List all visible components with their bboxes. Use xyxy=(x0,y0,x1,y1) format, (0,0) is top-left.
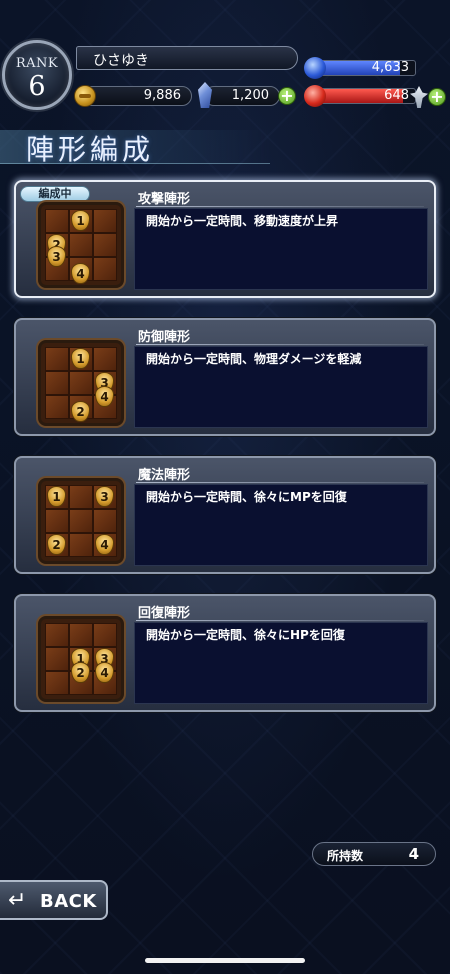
rank-label: RANK xyxy=(15,56,59,71)
formation-name: 魔法陣形 xyxy=(138,468,191,483)
active-formation-badge: 編成中 xyxy=(20,186,90,202)
owned-label: 所持数 xyxy=(327,849,364,863)
back-label: BACK xyxy=(40,891,97,912)
crystal-value: 1,200 xyxy=(231,88,269,103)
gil-value: 9,886 xyxy=(143,88,181,103)
mp-orb-icon xyxy=(304,57,326,79)
gil-coin-icon xyxy=(74,85,96,107)
formation-grid: 1324 xyxy=(38,616,124,702)
grid-cell xyxy=(69,623,93,647)
grid-cell xyxy=(69,485,93,509)
grid-cell xyxy=(45,209,69,233)
mp-value: 4,633 xyxy=(371,60,409,75)
grid-cell xyxy=(69,533,93,557)
formation-name: 防御陣形 xyxy=(138,330,191,345)
owned-count-box: 所持数 4 xyxy=(312,842,436,866)
slot-marker: 2 xyxy=(71,400,90,422)
grid-cell xyxy=(93,509,117,533)
player-name-box[interactable]: ひさゆき xyxy=(76,46,298,70)
home-indicator[interactable] xyxy=(145,958,305,963)
formation-description: 開始から一定時間、移動速度が上昇 xyxy=(146,214,339,228)
grid-cell xyxy=(69,509,93,533)
back-button[interactable]: ↵ BACK xyxy=(0,880,108,920)
formation-description: 開始から一定時間、物理ダメージを軽減 xyxy=(146,352,362,366)
grid-cell xyxy=(45,347,69,371)
status-bar: RANK 6 ひさゆき 9,886 1,200 + 4,633 648 + xyxy=(0,34,450,116)
rank-badge: RANK 6 xyxy=(2,40,72,110)
formation-card-recovery[interactable]: 1324 回復陣形 開始から一定時間、徐々にHPを回復 xyxy=(14,594,436,712)
grid-cell xyxy=(45,623,69,647)
page-title: 陣形編成 xyxy=(26,133,155,166)
crystal-counter: 1,200 xyxy=(204,86,280,106)
formation-card-attack[interactable]: 編成中 1234 攻撃陣形 開始から一定時間、移動速度が上昇 xyxy=(14,180,436,298)
grid-cell xyxy=(93,257,117,281)
formation-description: 開始から一定時間、徐々にMPを回復 xyxy=(146,490,347,504)
grid-cell xyxy=(45,395,69,419)
formation-grid: 1234 xyxy=(38,202,124,288)
divider xyxy=(136,620,424,621)
hp-orb-icon xyxy=(304,85,326,107)
recover-plus-icon[interactable]: + xyxy=(428,88,446,106)
gil-counter: 9,886 xyxy=(82,86,192,106)
divider xyxy=(136,206,424,207)
grid-cell xyxy=(93,209,117,233)
grid-cell xyxy=(93,347,117,371)
divider xyxy=(136,344,424,345)
formation-card-defense[interactable]: 1342 防御陣形 開始から一定時間、物理ダメージを軽減 xyxy=(14,318,436,436)
rank-value: 6 xyxy=(28,71,46,102)
grid-cell xyxy=(45,509,69,533)
hp-value: 648 xyxy=(384,88,409,103)
grid-cell xyxy=(69,371,93,395)
grid-cell xyxy=(45,371,69,395)
owned-value: 4 xyxy=(408,845,419,863)
formation-description: 開始から一定時間、徐々にHPを回復 xyxy=(146,628,345,642)
back-arrow-icon: ↵ xyxy=(8,888,27,913)
grid-cell xyxy=(93,233,117,257)
hp-bar: 648 xyxy=(316,88,416,104)
grid-cell xyxy=(45,647,69,671)
player-name: ひさゆき xyxy=(93,53,149,69)
grid-cell xyxy=(69,233,93,257)
grid-cell xyxy=(45,671,69,695)
formation-name: 攻撃陣形 xyxy=(138,192,191,207)
formation-name: 回復陣形 xyxy=(138,606,191,621)
divider xyxy=(136,482,424,483)
formation-card-magic[interactable]: 1324 魔法陣形 開始から一定時間、徐々にMPを回復 xyxy=(14,456,436,574)
buy-crystal-plus-icon[interactable]: + xyxy=(278,87,296,105)
grid-cell xyxy=(93,623,117,647)
formation-grid: 1342 xyxy=(38,340,124,426)
mp-bar: 4,633 xyxy=(316,60,416,76)
slot-marker: 4 xyxy=(71,262,90,284)
formation-grid: 1324 xyxy=(38,478,124,564)
